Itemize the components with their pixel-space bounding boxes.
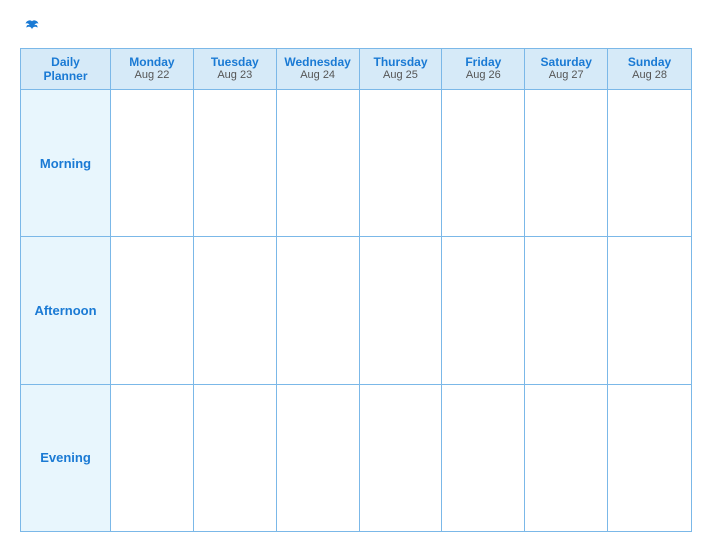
cell-evening-Aug-28[interactable] <box>608 385 691 531</box>
page: Daily Planner Monday Aug 22 Tuesday Aug … <box>0 0 712 550</box>
header-day-date: Aug 25 <box>364 69 438 81</box>
cell-morning-Aug-28[interactable] <box>608 90 691 236</box>
calendar-header-row: Daily Planner Monday Aug 22 Tuesday Aug … <box>21 49 691 90</box>
row-label-morning: Morning <box>21 90 111 236</box>
cell-evening-Aug-27[interactable] <box>525 385 608 531</box>
calendar-row-morning: Morning <box>21 90 691 237</box>
cell-afternoon-Aug-22[interactable] <box>111 237 194 383</box>
cell-afternoon-Aug-25[interactable] <box>360 237 443 383</box>
calendar-body: MorningAfternoonEvening <box>21 90 691 531</box>
cell-evening-Aug-22[interactable] <box>111 385 194 531</box>
cell-afternoon-Aug-27[interactable] <box>525 237 608 383</box>
cell-morning-Aug-25[interactable] <box>360 90 443 236</box>
cell-morning-Aug-26[interactable] <box>442 90 525 236</box>
header-day-date: Aug 24 <box>281 69 355 81</box>
header-day-date: Aug 23 <box>198 69 272 81</box>
cell-evening-Aug-23[interactable] <box>194 385 277 531</box>
cell-afternoon-Aug-28[interactable] <box>608 237 691 383</box>
cell-evening-Aug-25[interactable] <box>360 385 443 531</box>
cell-evening-Aug-24[interactable] <box>277 385 360 531</box>
row-label-afternoon: Afternoon <box>21 237 111 383</box>
header-day-name: Saturday <box>529 55 603 69</box>
header-day-date: Aug 28 <box>612 69 687 81</box>
cell-morning-Aug-23[interactable] <box>194 90 277 236</box>
header-day-name: Monday <box>115 55 189 69</box>
header-day-Aug-27: Saturday Aug 27 <box>525 49 608 90</box>
logo-bird-icon <box>24 18 40 34</box>
header-day-name: Friday <box>446 55 520 69</box>
row-label-evening: Evening <box>21 385 111 531</box>
cell-afternoon-Aug-26[interactable] <box>442 237 525 383</box>
cell-morning-Aug-27[interactable] <box>525 90 608 236</box>
calendar-row-afternoon: Afternoon <box>21 237 691 384</box>
header-day-date: Aug 26 <box>446 69 520 81</box>
header-day-Aug-23: Tuesday Aug 23 <box>194 49 277 90</box>
header-day-name: Sunday <box>612 55 687 69</box>
header-label-cell: Daily Planner <box>21 49 111 90</box>
header-day-date: Aug 22 <box>115 69 189 81</box>
header-day-Aug-24: Wednesday Aug 24 <box>277 49 360 90</box>
cell-afternoon-Aug-23[interactable] <box>194 237 277 383</box>
cell-morning-Aug-24[interactable] <box>277 90 360 236</box>
header-day-Aug-26: Friday Aug 26 <box>442 49 525 90</box>
header-day-Aug-25: Thursday Aug 25 <box>360 49 443 90</box>
header <box>20 18 692 34</box>
cell-morning-Aug-22[interactable] <box>111 90 194 236</box>
cell-evening-Aug-26[interactable] <box>442 385 525 531</box>
cell-afternoon-Aug-24[interactable] <box>277 237 360 383</box>
logo-area <box>20 18 42 34</box>
header-day-date: Aug 27 <box>529 69 603 81</box>
header-day-name: Tuesday <box>198 55 272 69</box>
header-day-Aug-22: Monday Aug 22 <box>111 49 194 90</box>
header-day-name: Wednesday <box>281 55 355 69</box>
header-daily-planner: Daily Planner <box>25 55 106 83</box>
header-day-Aug-28: Sunday Aug 28 <box>608 49 691 90</box>
logo-text <box>20 18 42 34</box>
header-day-name: Thursday <box>364 55 438 69</box>
calendar-table: Daily Planner Monday Aug 22 Tuesday Aug … <box>20 48 692 532</box>
calendar-row-evening: Evening <box>21 385 691 531</box>
